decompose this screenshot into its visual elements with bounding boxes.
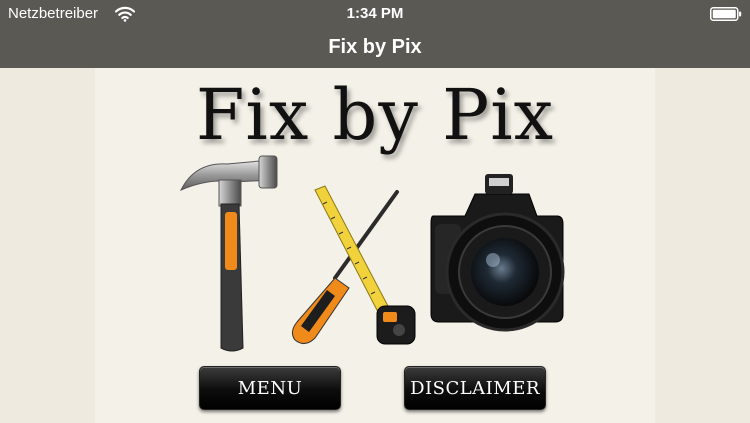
battery-icon — [710, 7, 742, 21]
status-bar: Netzbetreiber 1:34 PM — [0, 0, 750, 28]
disclaimer-button[interactable]: DISCLAIMER — [404, 366, 546, 410]
nav-title: Fix by Pix — [328, 36, 422, 58]
tape-measure-icon — [314, 185, 416, 345]
camera-icon — [430, 174, 565, 332]
menu-button[interactable]: MENU — [199, 366, 341, 410]
hammer-icon — [179, 155, 278, 352]
app-logo-title: Fix by Pix — [195, 74, 555, 156]
clock-time: 1:34 PM — [346, 5, 404, 22]
navigation-bar: Fix by Pix — [0, 28, 750, 68]
tools-illustration — [179, 155, 565, 352]
